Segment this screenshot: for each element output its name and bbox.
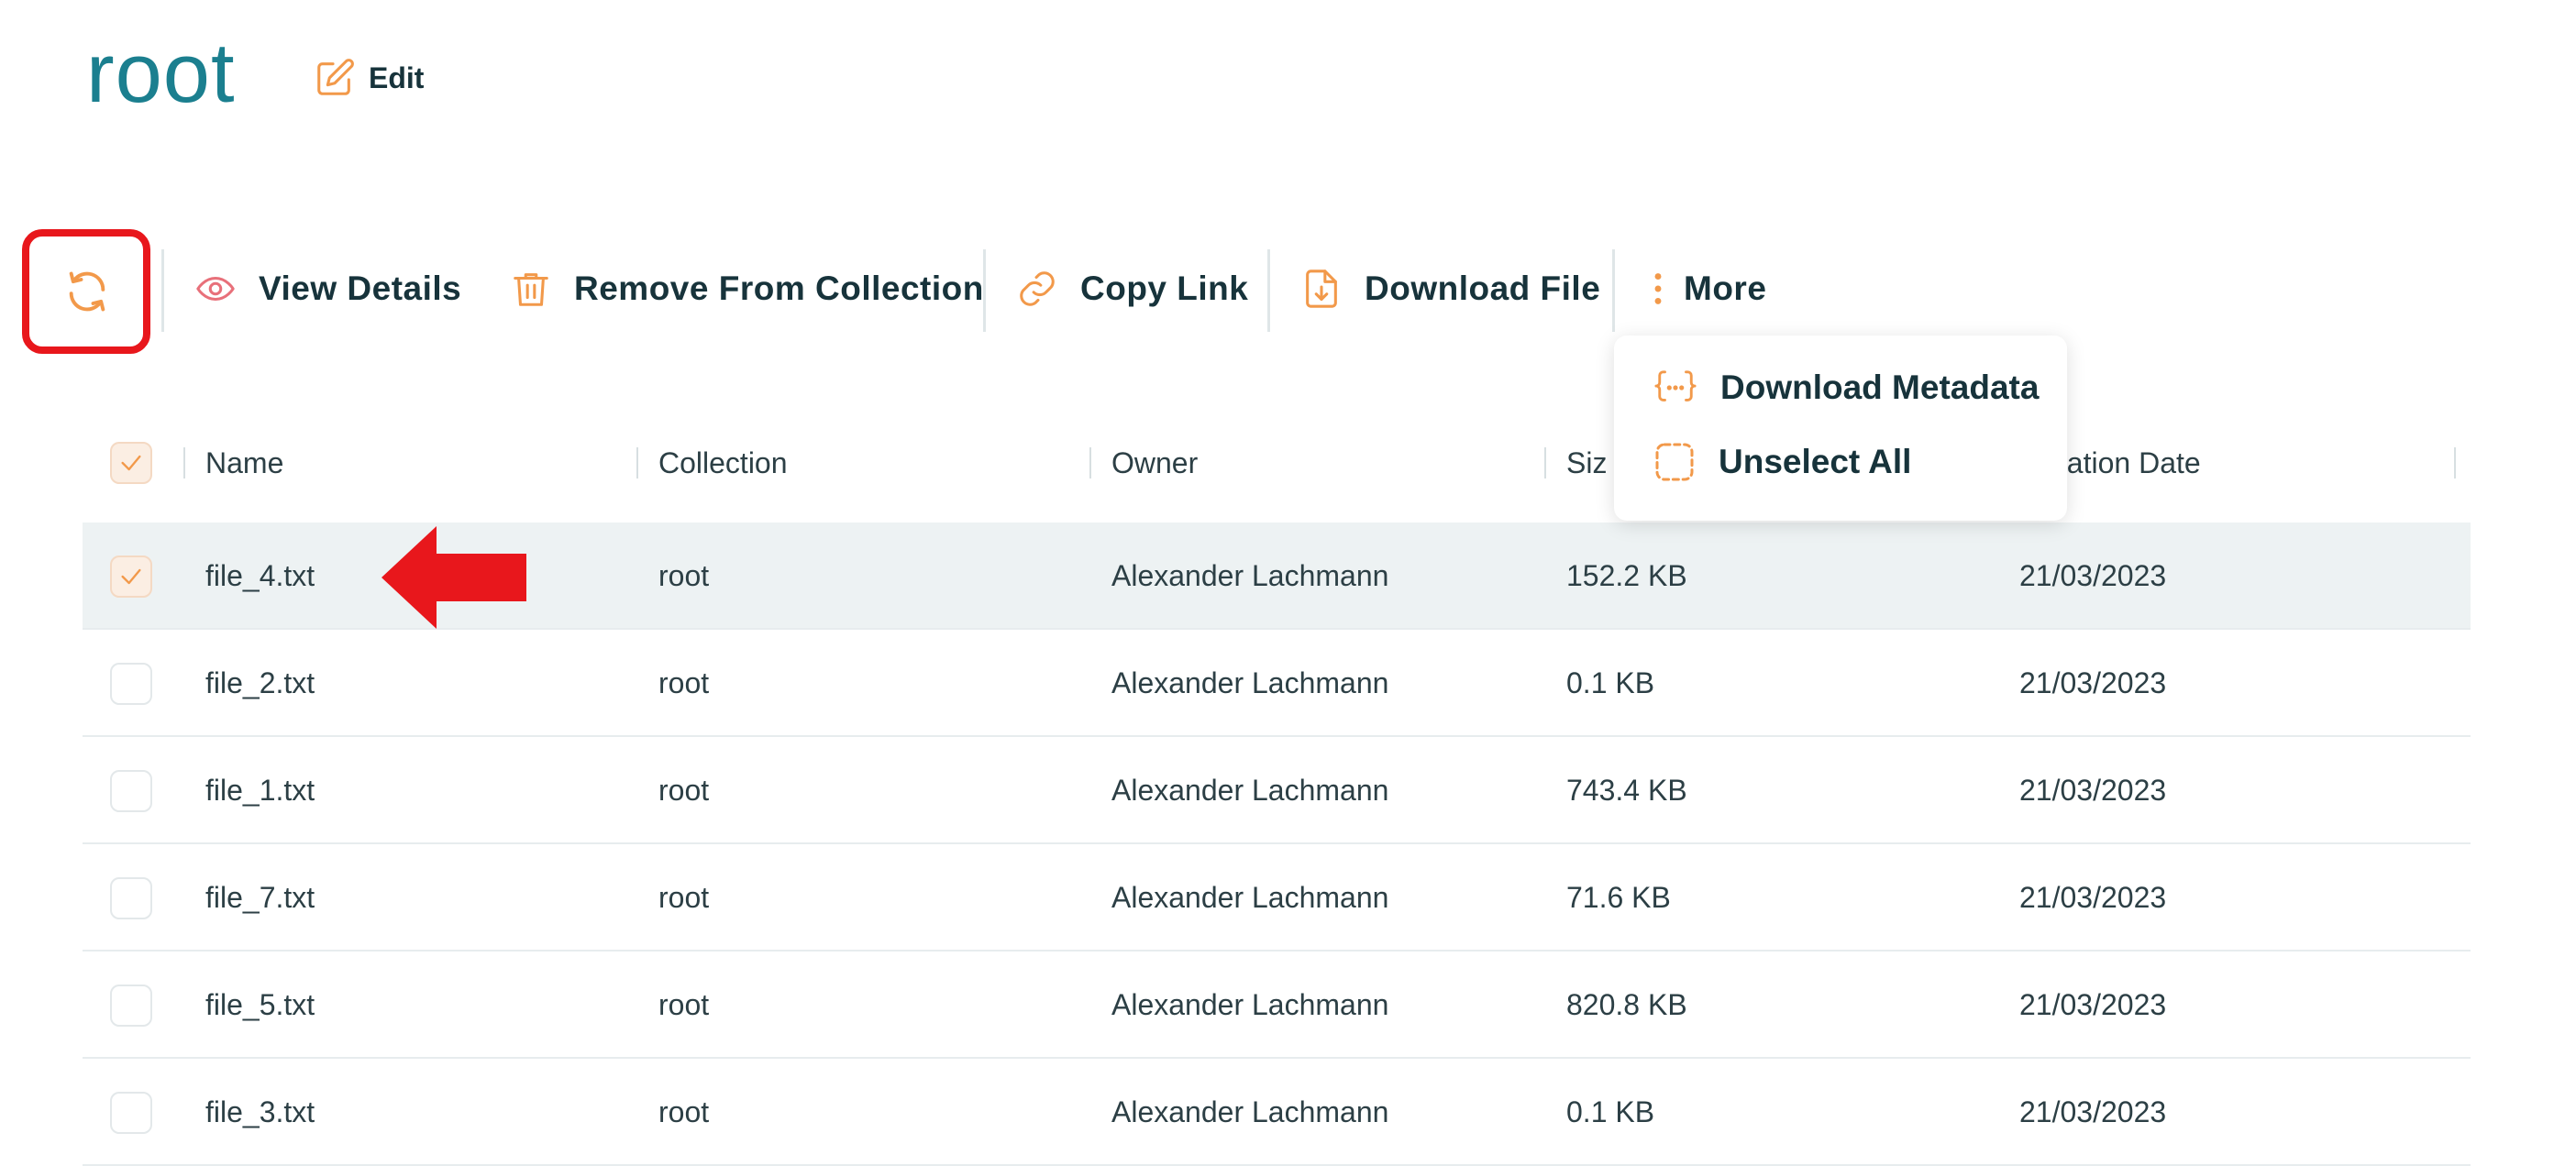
check-icon xyxy=(121,568,141,585)
cell-owner: Alexander Lachmann xyxy=(1111,774,1389,807)
cell-date: 21/03/2023 xyxy=(2019,559,2167,592)
row-checkbox[interactable] xyxy=(110,556,152,598)
cell-collection: root xyxy=(658,559,710,592)
toolbar-separator xyxy=(983,249,986,332)
cell-owner: Alexander Lachmann xyxy=(1111,881,1389,914)
cell-collection: root xyxy=(658,881,710,914)
cell-size: 743.4 KB xyxy=(1566,774,1687,807)
table-row[interactable]: file_5.txt root Alexander Lachmann 820.8… xyxy=(83,952,2471,1059)
cell-owner: Alexander Lachmann xyxy=(1111,666,1389,699)
more-button[interactable]: More xyxy=(1651,266,1766,312)
cell-name: file_4.txt xyxy=(205,559,315,592)
remove-from-collection-label: Remove From Collection xyxy=(574,270,984,307)
table-row[interactable]: file_1.txt root Alexander Lachmann 743.4… xyxy=(83,737,2471,844)
braces-icon xyxy=(1654,370,1697,402)
column-header-collection[interactable]: Collection xyxy=(658,446,788,480)
download-file-icon xyxy=(1306,270,1337,308)
download-file-label: Download File xyxy=(1365,270,1601,307)
copy-link-button[interactable]: Copy Link xyxy=(1016,266,1248,312)
edit-button[interactable]: Edit xyxy=(314,57,424,99)
column-header-creation-date[interactable]: eation Date xyxy=(2051,446,2201,480)
row-checkbox[interactable] xyxy=(110,1092,152,1134)
trash-icon xyxy=(514,273,548,306)
more-vertical-icon xyxy=(1654,273,1662,304)
table-row[interactable]: file_3.txt root Alexander Lachmann 0.1 K… xyxy=(83,1059,2471,1166)
column-header-name[interactable]: Name xyxy=(205,446,283,480)
edit-label: Edit xyxy=(369,60,425,94)
select-all-checkbox[interactable] xyxy=(110,442,152,484)
table-row[interactable]: file_2.txt root Alexander Lachmann 0.1 K… xyxy=(83,630,2471,737)
cell-size: 152.2 KB xyxy=(1566,559,1687,592)
header-separator xyxy=(636,447,638,478)
cell-collection: root xyxy=(658,774,710,807)
header-separator xyxy=(1544,447,1546,478)
cell-date: 21/03/2023 xyxy=(2019,881,2167,914)
menu-item-download-metadata[interactable]: Download Metadata xyxy=(1653,367,2039,409)
check-icon xyxy=(121,455,141,471)
cell-owner: Alexander Lachmann xyxy=(1111,559,1389,592)
column-header-owner[interactable]: Owner xyxy=(1111,446,1198,480)
menu-item-label: Download Metadata xyxy=(1720,368,2040,406)
row-checkbox[interactable] xyxy=(110,984,152,1027)
cell-date: 21/03/2023 xyxy=(2019,1095,2167,1128)
cell-date: 21/03/2023 xyxy=(2019,988,2167,1021)
annotation-arrow xyxy=(381,526,526,629)
cell-size: 820.8 KB xyxy=(1566,988,1687,1021)
header-separator xyxy=(183,447,185,478)
edit-icon xyxy=(317,59,354,95)
cell-date: 21/03/2023 xyxy=(2019,774,2167,807)
column-header-size[interactable]: Siz xyxy=(1566,446,1607,480)
eye-icon xyxy=(196,276,235,302)
refresh-button[interactable] xyxy=(50,264,125,319)
header-separator xyxy=(2454,447,2456,478)
view-details-button[interactable]: View Details xyxy=(194,266,461,312)
copy-link-label: Copy Link xyxy=(1080,270,1249,307)
cell-size: 71.6 KB xyxy=(1566,881,1671,914)
more-label: More xyxy=(1684,270,1767,307)
cell-name: file_3.txt xyxy=(205,1095,315,1128)
cell-name: file_1.txt xyxy=(205,774,315,807)
menu-item-unselect-all[interactable]: Unselect All xyxy=(1653,440,1911,484)
cell-size: 0.1 KB xyxy=(1566,1095,1655,1128)
cell-name: file_2.txt xyxy=(205,666,315,699)
view-details-label: View Details xyxy=(259,270,462,307)
download-file-button[interactable]: Download File xyxy=(1300,266,1600,312)
cell-name: file_7.txt xyxy=(205,881,315,914)
cell-collection: root xyxy=(658,1095,710,1128)
cell-date: 21/03/2023 xyxy=(2019,666,2167,699)
cell-name: file_5.txt xyxy=(205,988,315,1021)
row-checkbox[interactable] xyxy=(110,663,152,705)
toolbar-separator xyxy=(1267,249,1270,332)
cell-owner: Alexander Lachmann xyxy=(1111,988,1389,1021)
toolbar-separator xyxy=(161,249,164,332)
menu-item-label: Unselect All xyxy=(1719,443,1912,480)
row-checkbox[interactable] xyxy=(110,877,152,919)
cell-collection: root xyxy=(658,988,710,1021)
dashed-square-icon xyxy=(1655,443,1694,481)
toolbar-separator xyxy=(1612,249,1615,332)
cell-collection: root xyxy=(658,666,710,699)
link-icon xyxy=(1020,271,1055,306)
table-row[interactable]: file_7.txt root Alexander Lachmann 71.6 … xyxy=(83,844,2471,952)
cell-owner: Alexander Lachmann xyxy=(1111,1095,1389,1128)
refresh-icon xyxy=(69,271,105,312)
header-separator xyxy=(1089,447,1091,478)
page-title: root xyxy=(86,27,236,120)
cell-size: 0.1 KB xyxy=(1566,666,1655,699)
remove-from-collection-button[interactable]: Remove From Collection xyxy=(510,266,984,312)
more-dropdown-menu: Download Metadata Unselect All xyxy=(1614,336,2067,521)
row-checkbox[interactable] xyxy=(110,770,152,812)
